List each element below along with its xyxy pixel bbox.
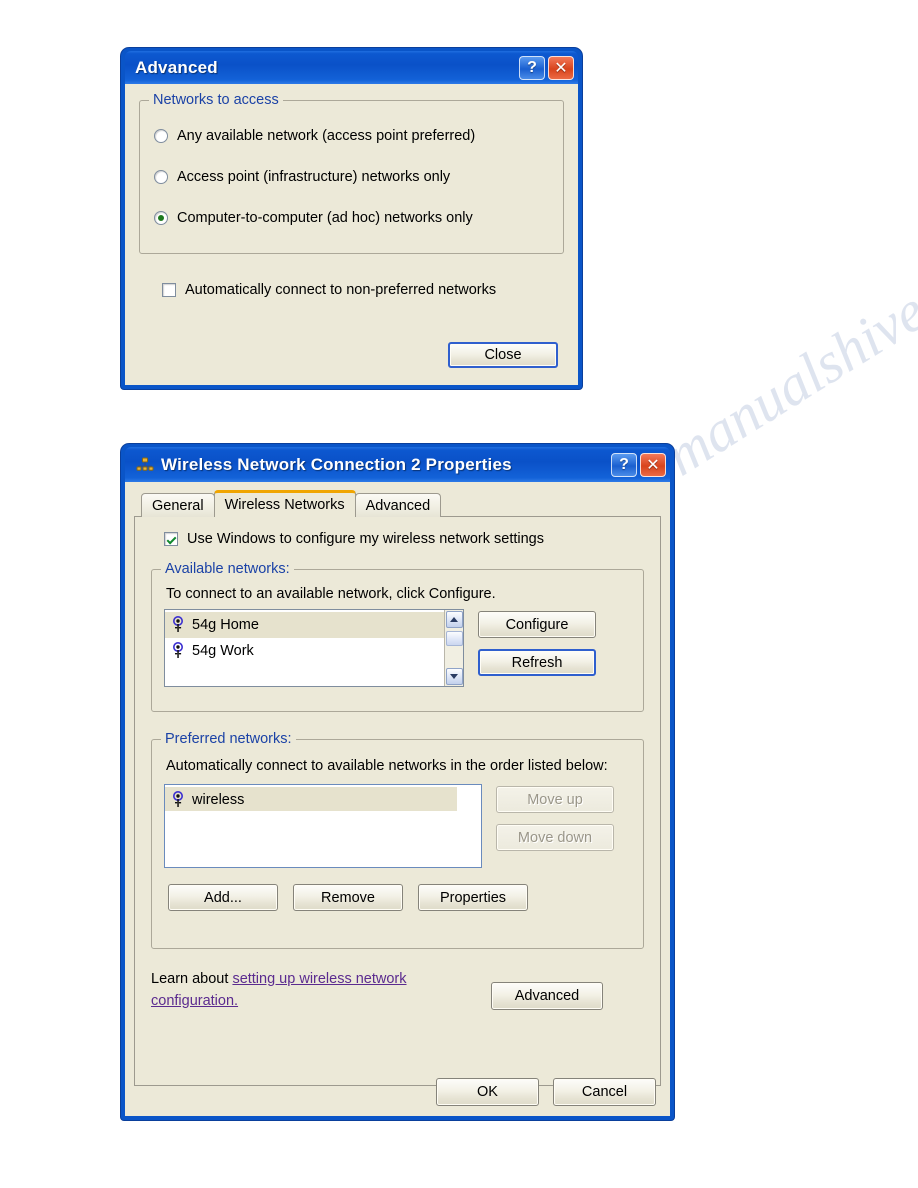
advanced-dialog: Advanced ? ✕ Networks to access Any avai…	[121, 48, 582, 389]
wireless-signal-icon	[173, 616, 183, 632]
list-item-label: 54g Home	[192, 617, 259, 633]
radio-any-available-network[interactable]: Any available network (access point pref…	[154, 128, 549, 144]
move-up-button[interactable]: Move up	[496, 786, 614, 813]
wireless-signal-icon	[173, 791, 183, 807]
scroll-thumb[interactable]	[445, 631, 463, 646]
remove-button[interactable]: Remove	[293, 884, 403, 911]
chevron-up-icon	[450, 617, 458, 622]
add-button[interactable]: Add...	[168, 884, 278, 911]
scroll-up-button[interactable]	[445, 611, 463, 628]
advanced-titlebar: Advanced ? ✕	[125, 51, 578, 84]
scroll-down-button[interactable]	[445, 668, 463, 685]
chevron-down-icon	[450, 674, 458, 679]
advanced-client-area: Networks to access Any available network…	[125, 84, 578, 385]
auto-connect-label: Automatically connect to non-preferred n…	[185, 282, 497, 298]
radio-computer-to-computer-only[interactable]: Computer-to-computer (ad hoc) networks o…	[154, 210, 549, 226]
tab-advanced[interactable]: Advanced	[354, 493, 442, 517]
radio-indicator[interactable]	[154, 170, 168, 184]
networks-to-access-legend: Networks to access	[149, 92, 283, 108]
radio-access-point-only[interactable]: Access point (infrastructure) networks o…	[154, 169, 549, 185]
available-networks-listbox[interactable]: 54g Home 54g Work	[164, 609, 464, 687]
close-icon[interactable]: ✕	[548, 55, 574, 80]
tab-general[interactable]: General	[141, 493, 215, 517]
help-icon[interactable]: ?	[611, 452, 637, 477]
help-icon[interactable]: ?	[519, 55, 545, 80]
radio-indicator[interactable]	[154, 129, 168, 143]
properties-title: Wireless Network Connection 2 Properties	[161, 454, 512, 474]
dialog-footer: OK Cancel	[436, 1078, 656, 1106]
available-networks-description: To connect to an available network, clic…	[166, 586, 496, 602]
checkbox-indicator[interactable]	[162, 283, 176, 297]
tab-label: Advanced	[365, 497, 431, 514]
available-networks-group: Available networks: To connect to an ava…	[151, 561, 644, 712]
preferred-networks-group: Preferred networks: Automatically connec…	[151, 731, 644, 949]
list-item[interactable]: wireless	[165, 787, 481, 813]
close-icon[interactable]: ✕	[640, 452, 666, 477]
learn-about-prefix: Learn about	[151, 971, 233, 987]
radio-label: Computer-to-computer (ad hoc) networks o…	[177, 210, 473, 226]
list-item-label: 54g Work	[192, 643, 254, 659]
move-down-button[interactable]: Move down	[496, 824, 614, 851]
properties-titlebar: Wireless Network Connection 2 Properties…	[125, 447, 670, 482]
list-item[interactable]: 54g Work	[165, 638, 463, 664]
networks-to-access-group: Networks to access Any available network…	[139, 92, 564, 254]
radio-indicator[interactable]	[154, 211, 168, 225]
preferred-networks-listbox[interactable]: wireless	[164, 784, 482, 868]
radio-label: Access point (infrastructure) networks o…	[177, 169, 451, 185]
wireless-signal-icon	[173, 642, 183, 658]
learn-about-text: Learn about setting up wireless network …	[151, 968, 471, 1012]
wireless-properties-dialog: Wireless Network Connection 2 Properties…	[121, 444, 674, 1120]
advanced-titlebar-buttons: ? ✕	[519, 55, 574, 80]
configure-button[interactable]: Configure	[478, 611, 596, 638]
tab-wireless-networks[interactable]: Wireless Networks	[213, 490, 356, 517]
radio-label: Any available network (access point pref…	[177, 128, 476, 144]
advanced-button[interactable]: Advanced	[491, 982, 603, 1010]
checkbox-indicator[interactable]	[164, 532, 178, 546]
refresh-button[interactable]: Refresh	[478, 649, 596, 676]
properties-button[interactable]: Properties	[418, 884, 528, 911]
tab-label: General	[152, 497, 204, 514]
properties-client-area: General Wireless Networks Advanced Use W…	[125, 482, 670, 1116]
wireless-networks-panel: Use Windows to configure my wireless net…	[134, 516, 661, 1086]
available-networks-legend: Available networks:	[161, 561, 294, 577]
preferred-networks-legend: Preferred networks:	[161, 731, 296, 747]
tab-strip: General Wireless Networks Advanced	[134, 490, 661, 517]
ok-button[interactable]: OK	[436, 1078, 539, 1106]
advanced-title: Advanced	[135, 57, 218, 77]
properties-titlebar-buttons: ? ✕	[611, 452, 666, 477]
preferred-networks-description: Automatically connect to available netwo…	[166, 758, 608, 774]
use-windows-checkbox-row[interactable]: Use Windows to configure my wireless net…	[164, 531, 644, 547]
close-button[interactable]: Close	[448, 342, 558, 368]
cancel-button[interactable]: Cancel	[553, 1078, 656, 1106]
list-item[interactable]: 54g Home	[165, 612, 463, 638]
network-connection-icon	[136, 457, 154, 471]
auto-connect-checkbox-row[interactable]: Automatically connect to non-preferred n…	[162, 282, 564, 298]
watermark-text: manualshive.com	[653, 218, 918, 489]
list-item-label: wireless	[192, 792, 245, 808]
tab-label: Wireless Networks	[224, 497, 345, 513]
listbox-scrollbar[interactable]	[444, 610, 463, 686]
use-windows-label: Use Windows to configure my wireless net…	[187, 531, 544, 547]
